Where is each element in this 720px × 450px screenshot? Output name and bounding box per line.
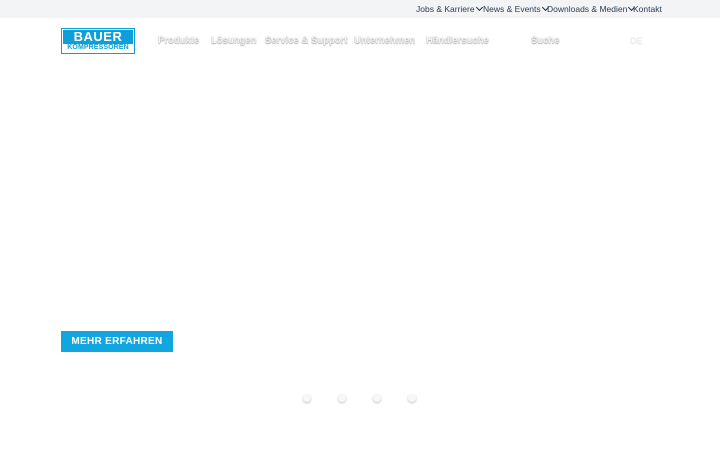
nav-item-loesungen[interactable]: Lösungen — [211, 35, 256, 47]
search-link[interactable]: Suche — [531, 35, 560, 47]
logo-wordmark: BAUER — [63, 30, 133, 44]
nav-item-service-support[interactable]: Service & Support — [265, 35, 347, 47]
topbar-link-kontakt[interactable]: Kontakt — [633, 4, 662, 14]
topbar-link-label: Jobs & Karriere — [416, 4, 475, 14]
top-bar: Jobs & Karriere News & Events Downloads … — [0, 0, 720, 18]
topbar-link-label: Kontakt — [633, 4, 662, 14]
slider-dot-1[interactable] — [303, 394, 311, 402]
nav-item-produkte[interactable]: Produkte — [158, 35, 199, 47]
slider-dot-2[interactable] — [338, 394, 346, 402]
logo-subline: KOMPRESSOREN — [67, 44, 129, 51]
topbar-link-downloads-medien[interactable]: Downloads & Medien — [547, 3, 636, 14]
nav-item-haendlersuche[interactable]: Händlersuche — [426, 35, 489, 47]
chevron-down-icon — [475, 3, 483, 12]
slider-dot-3[interactable] — [373, 394, 381, 402]
language-switcher[interactable]: DE — [630, 35, 643, 47]
nav-item-unternehmen[interactable]: Unternehmen — [354, 35, 415, 47]
topbar-link-news-events[interactable]: News & Events — [483, 3, 549, 14]
bauer-kompressoren-logo[interactable]: BAUER KOMPRESSOREN — [61, 28, 135, 54]
slider-dot-4[interactable] — [408, 394, 416, 402]
topbar-link-label: Downloads & Medien — [547, 4, 628, 14]
topbar-link-label: News & Events — [483, 4, 541, 14]
mehr-erfahren-button[interactable]: MEHR ERFAHREN — [61, 331, 173, 352]
topbar-link-jobs-karriere[interactable]: Jobs & Karriere — [416, 3, 483, 14]
